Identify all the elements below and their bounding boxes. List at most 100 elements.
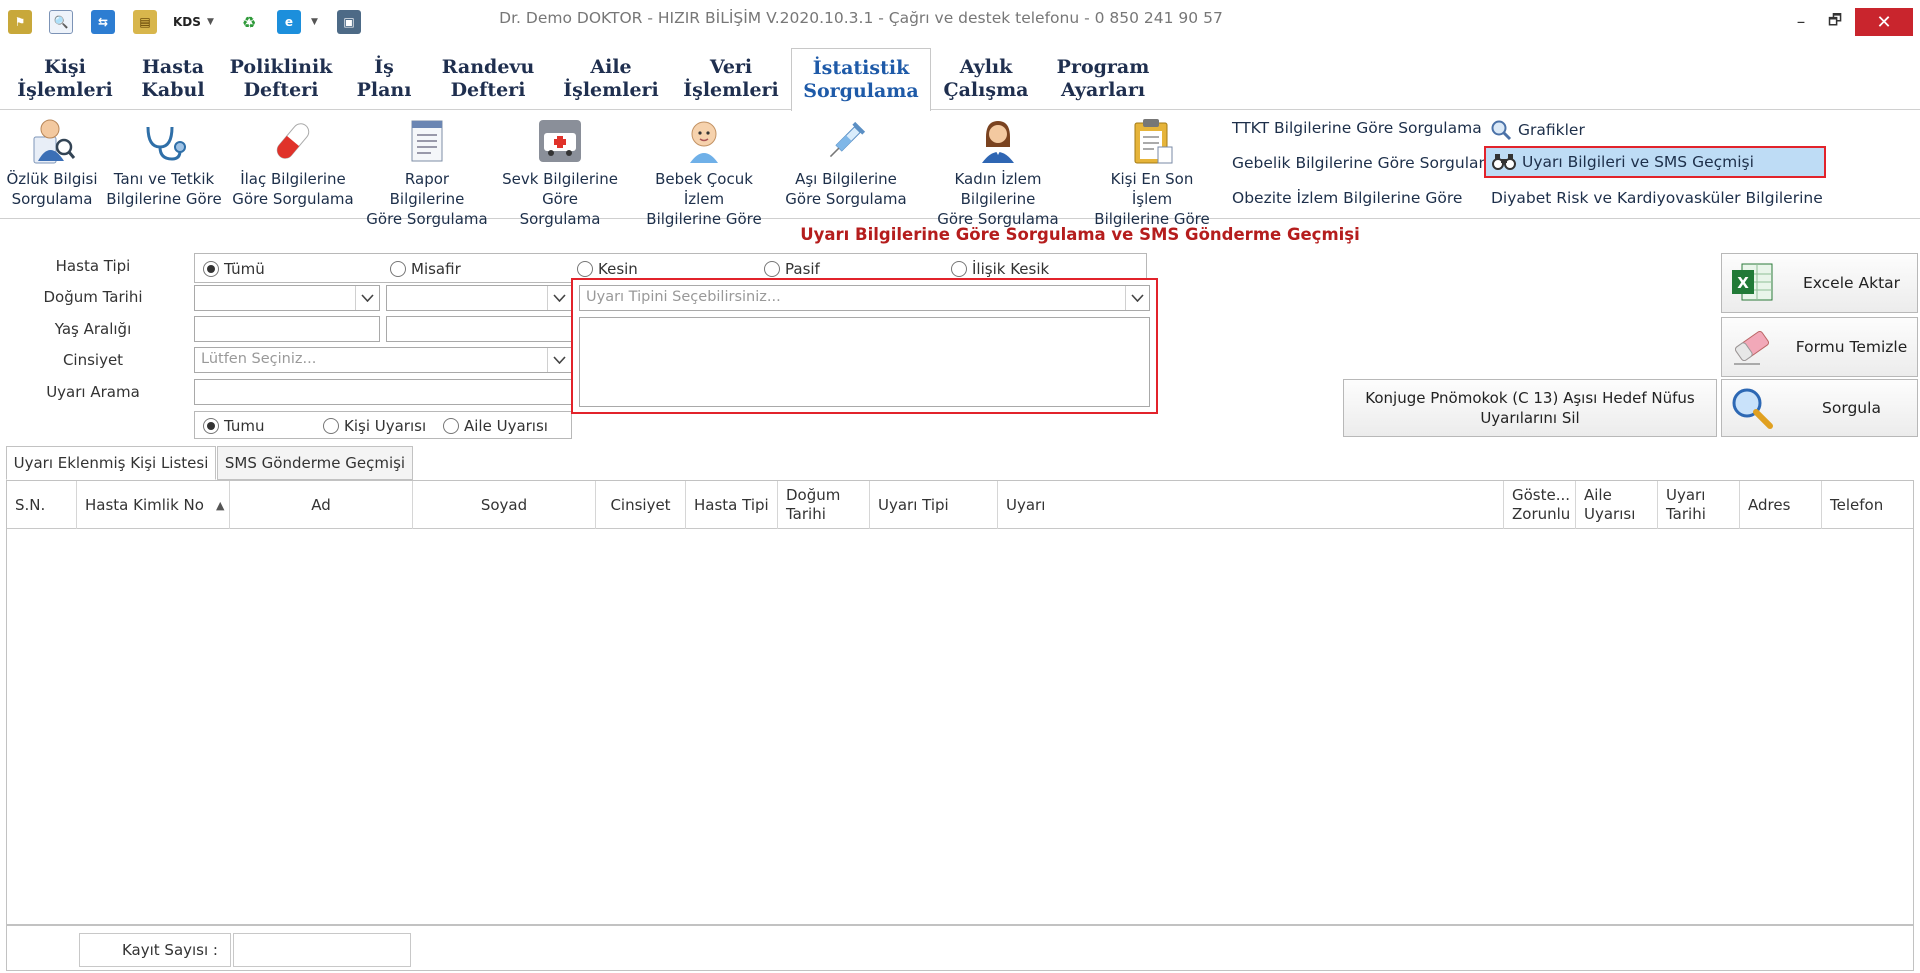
button-label: Rapor Bilgilerine (389, 170, 465, 208)
sorgula-label: Sorgula (1822, 399, 1881, 417)
rapor-bilgileri-button[interactable]: Rapor Bilgilerine Göre Sorgulama (366, 117, 488, 228)
hasta-tipi-ilisik-kesik-radio[interactable]: İlişik Kesik (951, 260, 1049, 278)
dogum-tarihi-end-input[interactable] (386, 285, 572, 311)
close-button[interactable]: ✕ (1855, 8, 1913, 36)
radio-dot (951, 261, 967, 277)
diyabet-risk-link[interactable]: Diyabet Risk ve Kardiyovasküler Bilgiler… (1491, 189, 1823, 207)
column-header-ad[interactable]: Ad (230, 481, 413, 529)
chevron-down-icon[interactable] (1125, 286, 1149, 310)
chevron-down-icon[interactable] (355, 286, 379, 310)
tab-program-ayarlari[interactable]: Program Ayarları (1052, 48, 1154, 110)
sevk-bilgileri-button[interactable]: Sevk Bilgilerine Göre Sorgulama (500, 117, 620, 228)
kisi-en-son-islem-button[interactable]: Kişi En Son İşlem Bilgilerine Göre (1090, 117, 1214, 228)
hasta-tipi-tumu-radio[interactable]: Tümü (203, 260, 265, 278)
gebelik-sorgulama-link[interactable]: Gebelik Bilgilerine Göre Sorgulama (1232, 154, 1503, 172)
radio-dot (764, 261, 780, 277)
column-label: Adres (1748, 495, 1791, 514)
uyari-tipi-list[interactable] (579, 317, 1150, 407)
scope-kisi-uyarisi-radio[interactable]: Kişi Uyarısı (323, 417, 426, 435)
chevron-down-icon[interactable] (547, 286, 571, 310)
scope-tumu-radio[interactable]: Tumu (203, 417, 265, 435)
column-header-sn[interactable]: S.N. (7, 481, 77, 529)
ilac-bilgileri-button[interactable]: İlaç Bilgilerine Göre Sorgulama (232, 117, 354, 217)
column-header-telefon[interactable]: Telefon (1822, 481, 1913, 529)
column-label: Soyad (480, 495, 528, 514)
obezite-izlem-link[interactable]: Obezite İzlem Bilgilerine Göre (1232, 189, 1462, 207)
syringe-icon (829, 121, 866, 158)
konjuge-pnomokok-sil-button[interactable]: Konjuge Pnömokok (C 13) Aşısı Hedef Nüfu… (1343, 379, 1717, 437)
grafikler-link[interactable]: Grafikler (1490, 119, 1585, 141)
chevron-down-icon[interactable] (547, 348, 571, 372)
scope-aile-uyarisi-radio[interactable]: Aile Uyarısı (443, 417, 548, 435)
hasta-tipi-kesin-radio[interactable]: Kesin (577, 260, 638, 278)
tab-hasta-kabul[interactable]: Hasta Kabul (127, 48, 219, 110)
eraser-icon (1734, 330, 1770, 365)
ttkt-sorgulama-link[interactable]: TTKT Bilgilerine Göre Sorgulama (1232, 119, 1482, 137)
column-label: S.N. (15, 495, 46, 514)
tab-randevu-defteri[interactable]: Randevu Defteri (432, 48, 544, 110)
tab-aile-islemleri[interactable]: Aile İşlemleri (558, 48, 664, 110)
tab-poliklinik-defteri[interactable]: Poliklinik Defteri (228, 48, 334, 110)
tab-is-plani[interactable]: İş Planı (350, 48, 418, 110)
bebek-cocuk-button[interactable]: Bebek Çocuk İzlem Bilgilerine Göre (634, 117, 774, 228)
radio-dot (443, 418, 459, 434)
uyari-tipi-select[interactable]: Uyarı Tipini Seçebilirsiniz... (579, 285, 1150, 311)
tab-label: Ayarları (1060, 79, 1146, 101)
kayit-sayisi-label: Kayıt Sayısı : (79, 933, 231, 967)
column-header-soyad[interactable]: Soyad (413, 481, 596, 529)
hasta-tipi-misafir-radio[interactable]: Misafir (390, 260, 461, 278)
tani-tetkik-button[interactable]: Tanı ve Tetkik Bilgilerine Göre (104, 117, 224, 217)
yas-araligi-min-input[interactable] (194, 316, 380, 342)
clipboard-icon (1134, 119, 1173, 164)
column-label: Telefon (1830, 495, 1884, 514)
grid-footer: Kayıt Sayısı : (6, 925, 1914, 971)
hasta-tipi-pasif-radio[interactable]: Pasif (764, 260, 820, 278)
ribbon-tabs: Kişi İşlemleri Hasta Kabul Poliklinik De… (0, 46, 1920, 112)
asi-bilgileri-button[interactable]: Aşı Bilgilerine Göre Sorgulama (782, 117, 910, 217)
tab-uyari-eklenmis-kisi-listesi[interactable]: Uyarı Eklenmiş Kişi Listesi (6, 446, 216, 480)
kadin-izlem-button[interactable]: Kadın İzlem Bilgilerine Göre Sorgulama (918, 117, 1078, 228)
column-header-cinsiyet[interactable]: Cinsiyet (596, 481, 686, 529)
restore-button[interactable]: 🗗 (1820, 8, 1850, 36)
column-header-uyari-tarihi[interactable]: Uyarı Tarihi (1658, 481, 1740, 529)
tab-label: Çalışma (943, 79, 1029, 101)
uyari-arama-input[interactable] (194, 379, 572, 405)
button-label: Sevk Bilgilerine (502, 170, 618, 188)
tab-label: Hasta (141, 56, 205, 78)
column-header-hasta-kimlik-no[interactable]: Hasta Kimlik No ▲ (77, 481, 230, 529)
ozluk-bilgisi-button[interactable]: Özlük Bilgisi Sorgulama (4, 117, 100, 217)
grid-header: S.N. Hasta Kimlik No ▲ Ad Soyad Cinsiyet… (7, 481, 1913, 529)
tab-sms-gonderme-gecmisi[interactable]: SMS Gönderme Geçmişi (217, 446, 413, 480)
yas-araligi-max-input[interactable] (386, 316, 572, 342)
column-label: Doğum (786, 486, 841, 504)
column-header-hasta-tipi[interactable]: Hasta Tipi (686, 481, 778, 529)
column-header-dogum-tarihi[interactable]: Doğum Tarihi (778, 481, 870, 529)
formu-temizle-button[interactable]: Formu Temizle (1721, 317, 1918, 377)
minimize-button[interactable]: – (1786, 8, 1816, 36)
cinsiyet-select[interactable]: Lütfen Seçiniz... (194, 347, 572, 373)
column-header-uyari-tipi[interactable]: Uyarı Tipi (870, 481, 998, 529)
column-header-aile-uyarisi[interactable]: Aile Uyarısı (1576, 481, 1658, 529)
column-header-adres[interactable]: Adres (1740, 481, 1822, 529)
radio-label: Tümü (224, 260, 265, 278)
tab-veri-islemleri[interactable]: Veri İşlemleri (678, 48, 784, 110)
tab-istatistik-sorgulama[interactable]: İstatistik Sorgulama (791, 48, 931, 112)
button-label: Bebek Çocuk İzlem (655, 170, 753, 208)
tab-aylik-calisma[interactable]: Aylık Çalışma (940, 48, 1032, 110)
title-bar: ⚑ 🔍 ⇆ ▤ KDS ▼ ♻ e ▼ ▣ Dr. Demo DOKTOR - … (0, 0, 1920, 44)
column-header-gosterim-zorunlu[interactable]: Göste... Zorunlu (1504, 481, 1576, 529)
button-label: Sorgulama (11, 190, 93, 208)
report-icon (411, 120, 443, 162)
column-header-uyari[interactable]: Uyarı (998, 481, 1504, 529)
kayit-sayisi-value (233, 933, 411, 967)
radio-label: Misafir (411, 260, 461, 278)
sorgula-button[interactable]: Sorgula (1721, 379, 1918, 437)
woman-icon (982, 121, 1014, 163)
dogum-tarihi-start-input[interactable] (194, 285, 380, 311)
excele-aktar-button[interactable]: X Excele Aktar (1721, 253, 1918, 313)
tab-kisi-islemleri[interactable]: Kişi İşlemleri (10, 48, 120, 110)
column-label: Ad (311, 495, 331, 514)
grid-body[interactable] (7, 529, 1913, 924)
radio-dot (203, 418, 219, 434)
uyari-sms-gecmisi-link[interactable]: Uyarı Bilgileri ve SMS Geçmişi (1484, 146, 1826, 178)
